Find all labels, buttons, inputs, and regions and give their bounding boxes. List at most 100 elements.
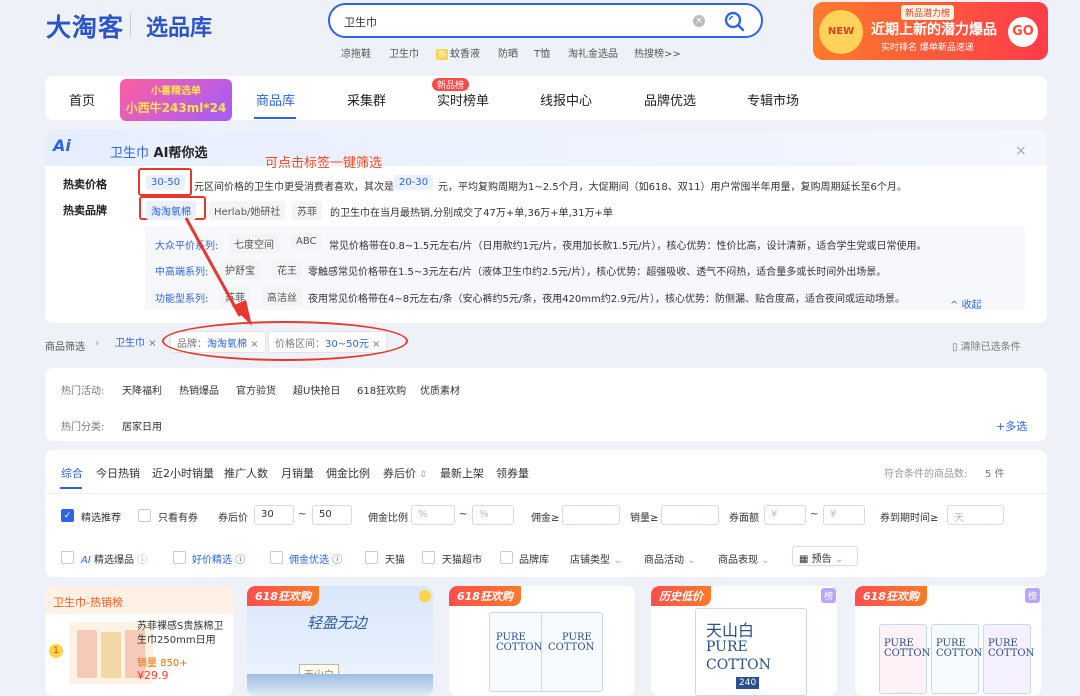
coupon-label: 只看有券	[158, 513, 198, 524]
hot-badge: 热	[436, 49, 448, 60]
divider	[130, 13, 131, 37]
good-price-checkbox[interactable]	[173, 551, 186, 564]
coupon-max-input[interactable]: ¥	[823, 505, 865, 525]
sort-comprehensive[interactable]: 综合	[61, 465, 83, 481]
rank-item-title[interactable]: 苏菲裸感S贵族棉卫生巾250mm日用	[137, 620, 227, 648]
rank-badge: 榜	[821, 588, 837, 603]
selected-chip[interactable]: 卫生巾 ×	[109, 331, 163, 353]
sort-option[interactable]: 券后价 ⇕	[383, 465, 427, 481]
brand-tag[interactable]: Herlab/她研社	[209, 201, 286, 220]
commission-amount-input[interactable]	[562, 505, 620, 525]
nav-album-market[interactable]: 专辑市场	[747, 90, 799, 109]
activity-dropdown[interactable]: 商品活动 ⌄	[644, 551, 696, 566]
search-icon[interactable]	[723, 10, 745, 32]
nav-brand-select[interactable]: 品牌优选	[644, 90, 696, 109]
hot-keyword[interactable]: 淘礼金选品	[568, 45, 618, 60]
search-input[interactable]: 卫生巾	[344, 14, 377, 30]
brand-tag[interactable]: 苏菲	[292, 201, 322, 220]
price-tag-20-30[interactable]: 20-30	[394, 175, 434, 190]
activity-item[interactable]: 天降福利	[122, 382, 162, 397]
shop-type-dropdown[interactable]: 店铺类型 ⌄	[570, 551, 622, 566]
tmall-label: 天猫	[385, 555, 405, 566]
hot-keyword[interactable]: 防晒	[498, 45, 518, 60]
rank-badge: 榜	[1025, 588, 1041, 603]
commission-max-input[interactable]: %	[472, 505, 514, 525]
sort-arrows-icon: ⇕	[419, 470, 428, 480]
hot-keyword[interactable]: 凉拖鞋	[341, 45, 371, 60]
help-icon[interactable]: ⓘ	[332, 555, 342, 566]
close-icon[interactable]: ×	[1015, 143, 1027, 159]
hot-keyword[interactable]: T恤	[534, 45, 550, 60]
collapse-link[interactable]: ^ 收起	[950, 296, 982, 311]
sort-option[interactable]: 最新上架	[440, 465, 484, 481]
clear-icon[interactable]: ×	[693, 15, 705, 27]
chevron-down-icon: ⌄	[761, 555, 770, 566]
close-icon[interactable]: ×	[148, 338, 156, 349]
price-tag-30-50[interactable]: 30-50	[146, 175, 186, 190]
coupon-checkbox[interactable]	[138, 509, 151, 522]
nav-product-library[interactable]: 商品库	[256, 90, 295, 109]
nav-realtime-rank[interactable]: 实时榜单	[437, 90, 489, 109]
presale-dropdown[interactable]: ▦ 预告 ⌄	[792, 546, 858, 566]
coupon-min-input[interactable]: ¥	[764, 505, 806, 525]
category-item[interactable]: 居家日用	[122, 418, 162, 433]
nav-collect-group[interactable]: 采集群	[347, 90, 386, 109]
category-panel	[45, 368, 1047, 441]
activity-item[interactable]: 热销爆品	[179, 382, 219, 397]
product-card[interactable]: 618狂欢购 榜 PURE COTTON PURE COTTON PURE CO…	[855, 586, 1041, 696]
series-brand-tag[interactable]: 七度空间	[229, 234, 279, 253]
sort-option[interactable]: 佣金比例	[326, 465, 370, 481]
sort-option[interactable]: 今日热销	[96, 465, 140, 481]
expire-input[interactable]: 天	[947, 505, 1004, 525]
series-brand-tag[interactable]: ABC	[291, 234, 322, 249]
series-brand-tag[interactable]: 苏菲	[220, 287, 250, 306]
hot-brand-label: 热卖品牌	[63, 204, 107, 217]
brand-tag[interactable]: 淘淘氧棉	[146, 201, 196, 220]
recommend-checkbox[interactable]: ✓	[61, 509, 74, 522]
product-card[interactable]: 618狂欢购 轻盈无边 天山白	[247, 586, 433, 696]
series-brand-tag[interactable]: 花王	[272, 260, 302, 279]
sales-input[interactable]	[661, 505, 719, 525]
nav-report-center[interactable]: 线报中心	[540, 90, 592, 109]
go-button[interactable]: GO	[1008, 17, 1038, 47]
new-product-banner[interactable]: NEW 新品潜力榜 近期上新的潜力爆品 实时排名 爆单新品速递 GO	[813, 2, 1048, 60]
hot-keyword[interactable]: 热蚊香液	[436, 45, 480, 60]
price-max-input[interactable]: 50	[312, 505, 352, 525]
activity-item[interactable]: 超U快抢日	[293, 382, 340, 397]
nav-home[interactable]: 首页	[69, 90, 95, 109]
hot-keyword[interactable]: 卫生巾	[389, 45, 419, 60]
tilde: ~	[459, 509, 468, 520]
help-icon[interactable]: ⓘ	[235, 555, 245, 566]
help-icon[interactable]: ⓘ	[137, 555, 147, 566]
sort-option[interactable]: 月销量	[281, 465, 314, 481]
commission-min-input[interactable]: %	[411, 505, 455, 525]
ai-panel-title: 卫生巾 AI帮你选	[110, 146, 208, 161]
search-box[interactable]: 卫生巾 ×	[328, 3, 763, 38]
hot-rank-card[interactable]: 卫生巾-热销榜 1 苏菲裸感S贵族棉卫生巾250mm日用 销量 850+ ¥29…	[45, 586, 233, 696]
activity-item[interactable]: 优质素材	[420, 382, 460, 397]
brand-lib-checkbox[interactable]	[500, 551, 513, 564]
multi-select-button[interactable]: +多选	[996, 418, 1027, 434]
banner-subtitle: 实时排名 爆单新品速递	[881, 43, 974, 53]
product-card[interactable]: 618狂欢购 PURE COTTON PURE COTTON	[449, 586, 635, 696]
good-price-label: 好价精选 ⓘ	[192, 555, 246, 566]
activity-item[interactable]: 官方验货	[236, 382, 276, 397]
hot-keyword[interactable]: 热搜榜>>	[634, 45, 681, 60]
product-card[interactable]: 历史低价 榜 天山白 PURE COTTON 240	[651, 586, 837, 696]
hot-select-checkbox[interactable]	[61, 551, 74, 564]
clear-filters-button[interactable]: ▯ 清除已选条件	[952, 338, 1021, 353]
price-min-input[interactable]: 30	[254, 505, 294, 525]
sort-option[interactable]: 领券量	[496, 465, 529, 481]
price-text-2: 元，平均复购周期为1~2.5个月，大促期间（如618、双11）用户常囤半年用量，…	[438, 182, 907, 193]
logo[interactable]: 大淘客	[46, 8, 124, 44]
promo-banner[interactable]: 小喜精选单 小西牛243ml*24	[120, 79, 232, 121]
series-brand-tag[interactable]: 高洁丝	[262, 287, 302, 306]
commission-pick-checkbox[interactable]	[270, 551, 283, 564]
activity-item[interactable]: 618狂欢购	[357, 382, 406, 397]
sort-option[interactable]: 推广人数	[224, 465, 268, 481]
sort-option[interactable]: 近2小时销量	[152, 465, 214, 481]
performance-dropdown[interactable]: 商品表现 ⌄	[718, 551, 770, 566]
tmall-checkbox[interactable]	[365, 551, 378, 564]
tmall-market-checkbox[interactable]	[422, 551, 435, 564]
series-brand-tag[interactable]: 护舒宝	[220, 260, 260, 279]
